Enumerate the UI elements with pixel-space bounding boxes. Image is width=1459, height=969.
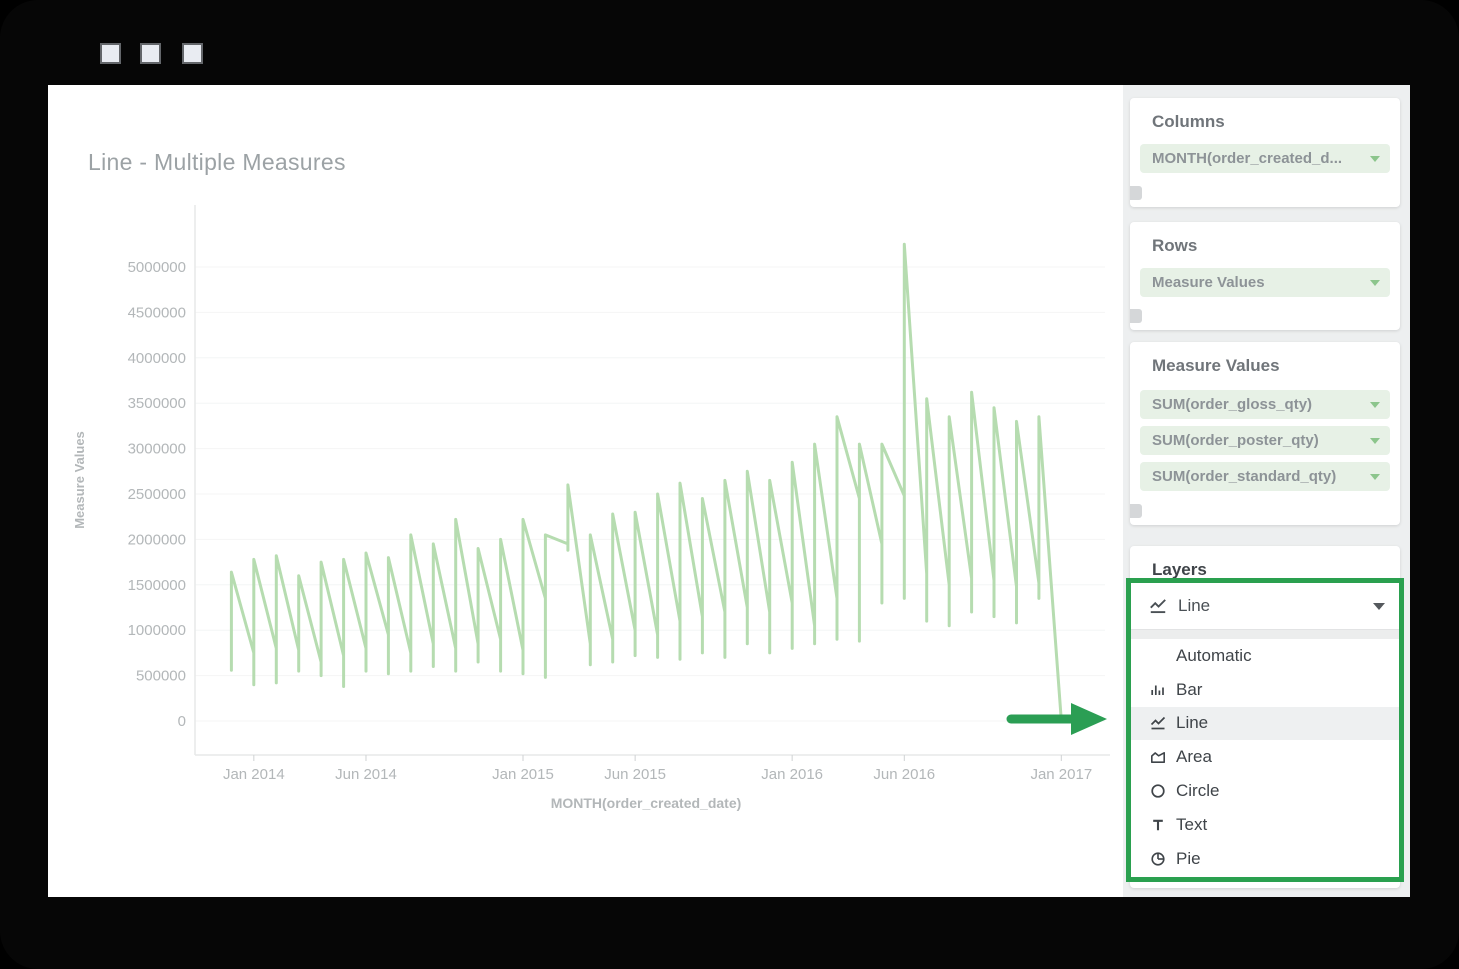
selected-layer-type: Line: [1178, 596, 1373, 616]
measure-values-heading: Measure Values: [1130, 342, 1400, 376]
y-tick-label: 1500000: [128, 577, 186, 594]
menu-item-label: Circle: [1176, 781, 1219, 801]
x-tick-label: Jan 2016: [761, 766, 823, 783]
columns-pill-month-order-created-date[interactable]: MONTH(order_created_d...: [1140, 144, 1390, 173]
menu-item-label: Text: [1176, 815, 1207, 835]
pill-label: Measure Values: [1152, 274, 1370, 291]
pill-label: MONTH(order_created_d...: [1152, 150, 1370, 167]
layer-type-select[interactable]: Line: [1131, 583, 1399, 630]
y-tick-label: 2000000: [128, 531, 186, 548]
pill-label: SUM(order_poster_qty): [1152, 432, 1370, 449]
chevron-down-icon: [1373, 603, 1385, 610]
y-tick-label: 500000: [136, 668, 186, 685]
y-tick-label: 3500000: [128, 395, 186, 412]
menu-item-circle[interactable]: Circle: [1131, 774, 1399, 808]
window-control-button[interactable]: [182, 43, 203, 64]
partial-pill: [1130, 504, 1142, 518]
partial-pill: [1130, 186, 1142, 200]
menu-item-label: Pie: [1176, 849, 1201, 869]
x-tick-label: Jun 2015: [604, 766, 666, 783]
measure-values-line-chart: 0 500000 1000000 1500000 2000000 2500000 30000…: [48, 85, 1123, 897]
arrow-right-icon: [1003, 699, 1115, 739]
measure-pill-order-standard-qty[interactable]: SUM(order_standard_qty): [1140, 462, 1390, 491]
main-content: Line - Multiple Measures 050000010000001…: [48, 85, 1410, 897]
text-icon: [1147, 816, 1169, 834]
menu-item-label: Area: [1176, 747, 1212, 767]
y-tick-label: 0: [178, 713, 186, 730]
menu-item-line[interactable]: Line: [1131, 707, 1399, 741]
layers-heading: Layers: [1130, 546, 1400, 580]
menu-item-bar[interactable]: Bar: [1131, 673, 1399, 707]
rows-shelf: Rows Measure Values: [1130, 222, 1400, 330]
layer-type-menu: Automatic Bar: [1131, 639, 1399, 876]
menu-item-pie[interactable]: Pie: [1131, 842, 1399, 876]
window-control-button[interactable]: [140, 43, 161, 64]
y-axis-title: Measure Values: [72, 431, 87, 529]
bar-icon: [1147, 681, 1169, 699]
menu-item-label: Line: [1176, 713, 1208, 733]
y-tick-label: 4000000: [128, 350, 186, 367]
measure-values-shelf: Measure Values SUM(order_gloss_qty) SUM(…: [1130, 342, 1400, 525]
menu-item-area[interactable]: Area: [1131, 740, 1399, 774]
chevron-down-icon: [1370, 438, 1380, 444]
window-control-button[interactable]: [100, 43, 121, 64]
x-tick-label: Jun 2016: [873, 766, 935, 783]
y-tick-label: 5000000: [128, 259, 186, 276]
x-tick-label: Jun 2014: [335, 766, 397, 783]
line-icon: [1147, 596, 1169, 616]
chevron-down-icon: [1370, 280, 1380, 286]
circle-icon: [1147, 782, 1169, 800]
measure-pill-order-poster-qty[interactable]: SUM(order_poster_qty): [1140, 426, 1390, 455]
measure-pill-order-gloss-qty[interactable]: SUM(order_gloss_qty): [1140, 390, 1390, 419]
rows-heading: Rows: [1130, 222, 1400, 256]
x-axis-title: MONTH(order_created_date): [551, 795, 742, 811]
columns-heading: Columns: [1130, 98, 1400, 132]
y-tick-label: 4500000: [128, 304, 186, 321]
chevron-down-icon: [1370, 402, 1380, 408]
pill-label: SUM(order_standard_qty): [1152, 468, 1370, 485]
partial-pill: [1130, 309, 1142, 323]
menu-item-label: Automatic: [1176, 646, 1252, 666]
menu-item-label: Bar: [1176, 680, 1202, 700]
app-window: Line - Multiple Measures 050000010000001…: [0, 0, 1459, 969]
y-tick-label: 2500000: [128, 486, 186, 503]
x-tick-label: Jan 2017: [1030, 766, 1092, 783]
chevron-down-icon: [1370, 156, 1380, 162]
chevron-down-icon: [1370, 474, 1380, 480]
layer-type-dropdown-highlight: Line Automatic: [1126, 578, 1404, 882]
pill-label: SUM(order_gloss_qty): [1152, 396, 1370, 413]
y-tick-label: 3000000: [128, 441, 186, 458]
pie-icon: [1147, 850, 1169, 868]
x-tick-label: Jan 2015: [492, 766, 554, 783]
measure-values-line: [231, 244, 1061, 721]
dropdown-gap: [1131, 630, 1399, 639]
menu-item-text[interactable]: Text: [1131, 808, 1399, 842]
menu-item-automatic[interactable]: Automatic: [1131, 639, 1399, 673]
area-icon: [1147, 748, 1169, 766]
rows-pill-measure-values[interactable]: Measure Values: [1140, 268, 1390, 297]
x-tick-label: Jan 2014: [223, 766, 285, 783]
line-icon: [1147, 714, 1169, 732]
columns-shelf: Columns MONTH(order_created_d...: [1130, 98, 1400, 207]
y-tick-label: 1000000: [128, 622, 186, 639]
